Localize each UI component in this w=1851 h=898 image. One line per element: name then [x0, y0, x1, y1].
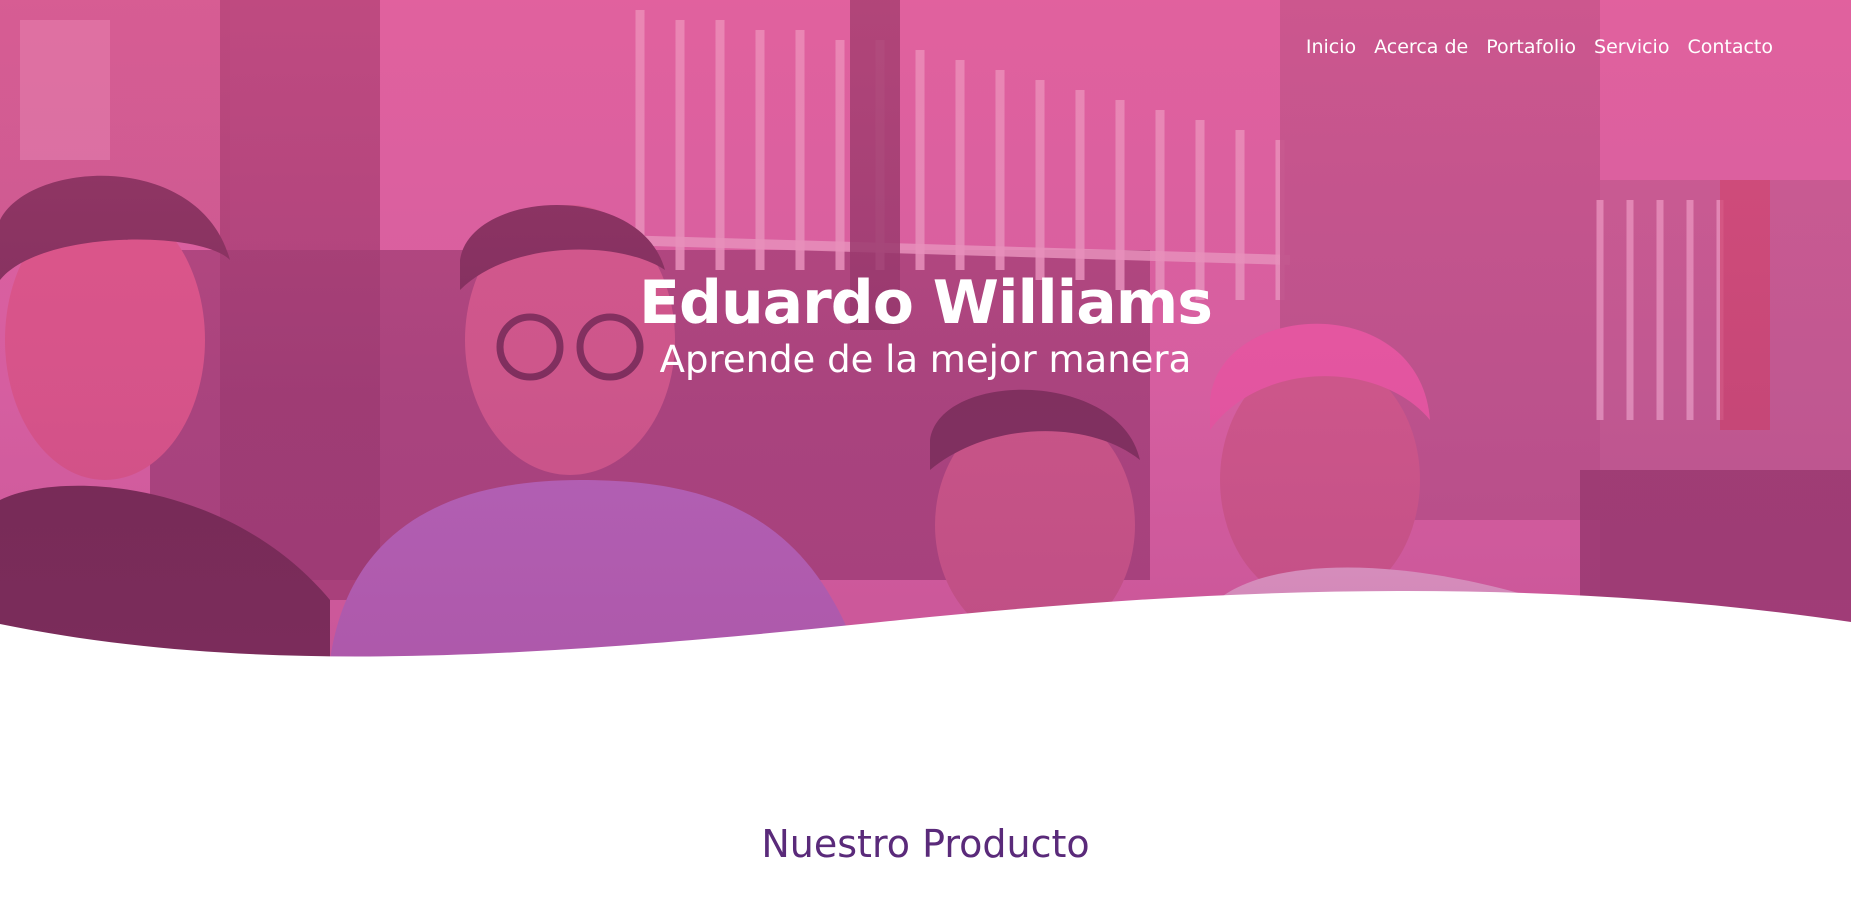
nav-item-servicio[interactable]: Servicio: [1594, 36, 1669, 58]
section-title-producto: Nuestro Producto: [761, 822, 1090, 866]
hero-banner: Inicio Acerca de Portafolio Servicio Con…: [0, 0, 1851, 660]
hero-text-block: Eduardo Williams Aprende de la mejor man…: [0, 270, 1851, 382]
landing-page: Inicio Acerca de Portafolio Servicio Con…: [0, 0, 1851, 898]
hero-subtitle: Aprende de la mejor manera: [659, 338, 1192, 381]
nav-item-contacto[interactable]: Contacto: [1687, 36, 1773, 58]
nav-item-inicio[interactable]: Inicio: [1306, 36, 1356, 58]
nav-item-portafolio[interactable]: Portafolio: [1486, 36, 1576, 58]
main-navigation: Inicio Acerca de Portafolio Servicio Con…: [1306, 36, 1773, 58]
nav-item-acerca-de[interactable]: Acerca de: [1374, 36, 1468, 58]
hero-wave-divider: [0, 590, 1851, 700]
hero-title: Eduardo Williams: [639, 268, 1213, 338]
